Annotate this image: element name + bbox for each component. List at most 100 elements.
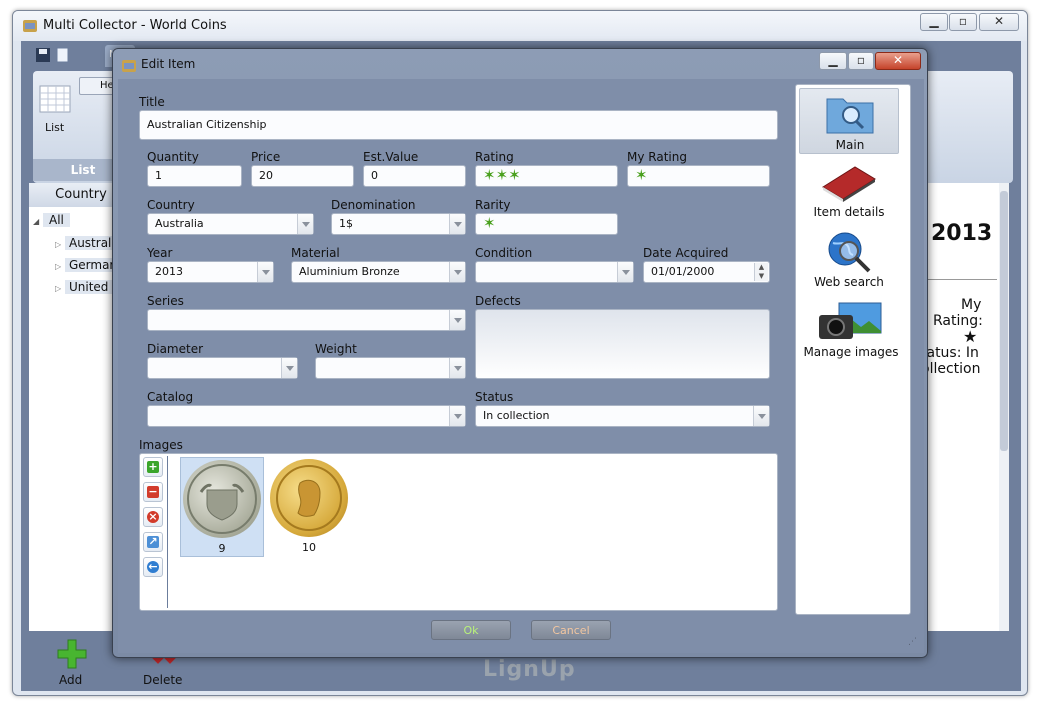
image-thumb-9[interactable]: 9: [180, 457, 264, 557]
grid-list-icon[interactable]: [39, 85, 71, 117]
my-rating-field[interactable]: ✶: [627, 165, 770, 187]
remove-image-button[interactable]: −: [143, 482, 163, 502]
defects-label: Defects: [475, 294, 521, 308]
close-button[interactable]: ✕: [979, 13, 1019, 31]
preview-year: 2013: [931, 221, 993, 246]
chevron-down-icon[interactable]: [281, 358, 297, 378]
dialog-content: Title Australian Citizenship Quantity 1 …: [118, 79, 924, 653]
est-value-field[interactable]: 0: [363, 165, 466, 187]
denomination-combo[interactable]: 1$: [331, 213, 466, 235]
camera-icon: [815, 301, 885, 345]
chevron-down-icon[interactable]: [753, 406, 769, 426]
my-rating-stars-icon: ✶: [635, 166, 648, 184]
maximize-button[interactable]: ▫: [949, 13, 977, 31]
condition-label: Condition: [475, 246, 533, 260]
defects-textarea[interactable]: [475, 309, 770, 379]
price-field[interactable]: 20: [251, 165, 354, 187]
back-icon: ←: [147, 560, 159, 573]
add-icon: +: [147, 460, 159, 473]
dialog-maximize-button[interactable]: ▫: [848, 52, 874, 70]
resize-grip-icon[interactable]: ⋰: [908, 637, 917, 647]
minimize-icon: ▁: [828, 53, 838, 67]
material-value: Aluminium Bronze: [299, 265, 400, 278]
side-nav-panel: Main Item details Web search Manage imag…: [795, 84, 911, 615]
edit-icon: ↗: [147, 535, 159, 548]
side-nav-web-search-label: Web search: [814, 275, 884, 289]
chevron-down-icon[interactable]: [449, 310, 465, 330]
material-label: Material: [291, 246, 340, 260]
diameter-combo[interactable]: [147, 357, 298, 379]
preview-scrollbar[interactable]: [999, 183, 1009, 631]
close-icon: ✕: [892, 53, 904, 67]
series-label: Series: [147, 294, 184, 308]
title-field[interactable]: Australian Citizenship: [139, 110, 778, 140]
book-icon: [821, 161, 877, 203]
chevron-down-icon[interactable]: [449, 406, 465, 426]
year-combo[interactable]: 2013: [147, 261, 274, 283]
weight-combo[interactable]: [315, 357, 466, 379]
material-combo[interactable]: Aluminium Bronze: [291, 261, 466, 283]
images-panel: + − × ↗ ← 9 10: [139, 453, 778, 611]
rating-field[interactable]: ✶✶✶: [475, 165, 618, 187]
date-acquired-value: 01/01/2000: [651, 265, 715, 278]
country-combo[interactable]: Australia: [147, 213, 314, 235]
side-nav-manage-images[interactable]: Manage images: [799, 297, 907, 363]
list-button-label[interactable]: List: [45, 121, 64, 134]
open-icon[interactable]: [56, 47, 70, 63]
dialog-title: Edit Item: [141, 57, 196, 71]
price-label: Price: [251, 150, 281, 164]
minimize-icon: ▁: [929, 14, 939, 28]
ok-button[interactable]: Ok: [431, 620, 511, 640]
series-combo[interactable]: [147, 309, 466, 331]
status-value: In collection: [483, 409, 550, 422]
year-value: 2013: [155, 265, 183, 278]
edit-image-button[interactable]: ↗: [143, 532, 163, 552]
rating-stars-icon: ✶✶✶: [483, 166, 521, 184]
quantity-field[interactable]: 1: [147, 165, 242, 187]
date-acquired-field[interactable]: 01/01/2000 ▲ ▼: [643, 261, 770, 283]
year-label: Year: [147, 246, 173, 260]
add-big-icon[interactable]: [57, 639, 87, 669]
maximize-icon: ▫: [958, 14, 968, 28]
chevron-down-icon[interactable]: [297, 214, 313, 234]
minimize-button[interactable]: ▁: [920, 13, 948, 31]
save-icon[interactable]: [35, 47, 51, 63]
images-label: Images: [139, 438, 183, 452]
scrollbar-thumb[interactable]: [1000, 191, 1008, 451]
side-nav-main[interactable]: Main: [799, 88, 899, 154]
side-nav-item-details[interactable]: Item details: [799, 157, 899, 223]
preview-status-1: tatus: In: [921, 345, 979, 361]
images-toolbar-divider: [167, 456, 168, 608]
weight-label: Weight: [315, 342, 357, 356]
chevron-down-icon[interactable]: [617, 262, 633, 282]
dialog-minimize-button[interactable]: ▁: [819, 52, 847, 70]
add-image-button[interactable]: +: [143, 457, 163, 477]
rarity-field[interactable]: ✶: [475, 213, 618, 235]
image-caption-9: 9: [218, 542, 226, 555]
coin-image-9: [183, 460, 261, 538]
add-button-label[interactable]: Add: [59, 673, 82, 687]
image-caption-10: 10: [302, 541, 316, 554]
preview-my-rating-1: My: [961, 297, 982, 313]
country-label: Country: [147, 198, 195, 212]
cancel-button[interactable]: Cancel: [531, 620, 611, 640]
catalog-combo[interactable]: [147, 405, 466, 427]
rarity-stars-icon: ✶: [483, 214, 496, 232]
back-image-button[interactable]: ←: [143, 557, 163, 577]
close-icon: ✕: [993, 14, 1005, 28]
condition-combo[interactable]: [475, 261, 634, 283]
chevron-down-icon[interactable]: [449, 262, 465, 282]
side-nav-web-search[interactable]: Web search: [799, 227, 899, 293]
chevron-down-icon[interactable]: [449, 214, 465, 234]
delete-image-button[interactable]: ×: [143, 507, 163, 527]
dialog-close-button[interactable]: ✕: [875, 52, 921, 70]
date-spinner-icon[interactable]: ▲ ▼: [754, 263, 768, 281]
rarity-label: Rarity: [475, 198, 511, 212]
chevron-down-icon[interactable]: [257, 262, 273, 282]
coin-image-10: [270, 459, 348, 537]
chevron-down-icon[interactable]: [449, 358, 465, 378]
delete-button-label[interactable]: Delete: [143, 673, 182, 687]
status-combo[interactable]: In collection: [475, 405, 770, 427]
image-thumb-10[interactable]: 10: [268, 457, 352, 557]
my-rating-label: My Rating: [627, 150, 687, 164]
